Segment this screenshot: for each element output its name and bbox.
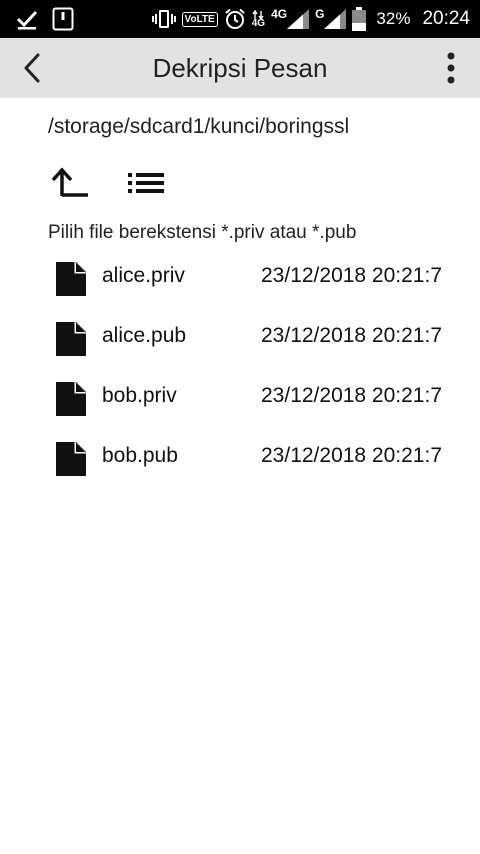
- status-right-icons: VoLTE 4G 4G G 32% 20:24: [151, 0, 470, 38]
- current-path: /storage/sdcard1/kunci/boringssl: [48, 115, 350, 138]
- list-view-icon: [128, 173, 164, 193]
- file-list: alice.priv 23/12/2018 20:21:7 alice.pub …: [0, 248, 480, 488]
- file-date: 23/12/2018 20:21:7: [261, 324, 443, 347]
- network-type-label-g: G: [315, 7, 325, 21]
- page-title: Dekripsi Pesan: [152, 53, 328, 83]
- file-name: bob.priv: [102, 384, 177, 407]
- file-date: 23/12/2018 20:21:7: [261, 264, 443, 287]
- file-icon: [56, 442, 86, 476]
- folder-up-icon: [51, 167, 88, 197]
- vibrate-icon: [151, 10, 176, 28]
- check-download-icon: [16, 10, 38, 30]
- battery-percent: 32%: [376, 9, 411, 28]
- volte-icon: VoLTE: [181, 11, 218, 27]
- app-toolbar: Dekripsi Pesan: [0, 38, 480, 98]
- signal-icon: [287, 9, 310, 29]
- file-row[interactable]: bob.pub 23/12/2018 20:21:7: [0, 428, 480, 488]
- status-left-icons: [16, 7, 74, 31]
- file-icon: [56, 322, 86, 356]
- alarm-icon: [225, 8, 245, 29]
- network-type-label: 4G: [251, 17, 266, 29]
- more-vert-icon: [447, 52, 455, 84]
- file-name: alice.priv: [102, 264, 185, 287]
- status-bar: VoLTE 4G 4G G 32% 20:24: [0, 0, 480, 38]
- file-filter-hint: Pilih file berekstensi *.priv atau *.pub: [48, 222, 357, 243]
- file-row[interactable]: alice.pub 23/12/2018 20:21:7: [0, 308, 480, 368]
- battery-icon: [352, 7, 367, 31]
- file-date: 23/12/2018 20:21:7: [261, 444, 443, 467]
- parent-folder-button[interactable]: [50, 166, 92, 200]
- file-name: bob.pub: [102, 444, 178, 467]
- file-name: alice.pub: [102, 324, 187, 347]
- file-icon: [56, 262, 86, 296]
- file-row[interactable]: alice.priv 23/12/2018 20:21:7: [0, 248, 480, 308]
- signal-group-1: 4G: [271, 7, 310, 29]
- data-arrows-icon: 4G: [251, 9, 266, 29]
- network-type-label-2: 4G: [271, 7, 288, 21]
- more-options-button[interactable]: [436, 50, 466, 86]
- sim-card-icon: [52, 7, 74, 31]
- file-date: 23/12/2018 20:21:7: [261, 384, 443, 407]
- file-icon: [56, 382, 86, 416]
- signal-icon-2: [324, 9, 347, 29]
- signal-group-2: G: [315, 7, 347, 29]
- file-row[interactable]: bob.priv 23/12/2018 20:21:7: [0, 368, 480, 428]
- clock: 20:24: [422, 8, 470, 29]
- list-view-button[interactable]: [126, 168, 166, 198]
